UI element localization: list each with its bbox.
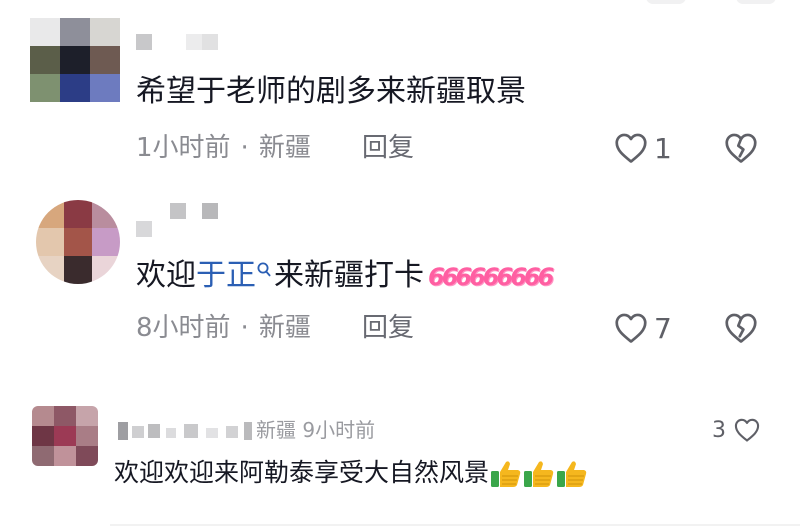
comment-time: 8小时前 [136,313,231,343]
comment-time: 1小时前 [136,133,231,163]
mention-name: 于正 [196,258,256,293]
search-icon [257,262,271,277]
broken-heart-icon [725,313,757,343]
comment-text: 欢迎欢迎来阿勒泰享受大自然风景 [114,456,588,490]
comment-meta-partial: 新疆 9小时前 [256,418,376,442]
emoji-666: 666666666 [428,263,554,291]
comment-text-body: 欢迎欢迎来阿勒泰享受大自然风景 [114,458,490,487]
avatar[interactable] [36,200,120,284]
comment-meta: 8小时前 · 新疆 [136,312,311,344]
top-element-stub [736,0,776,4]
thumbs-up-emoji [524,461,554,487]
heart-outline-icon [734,418,760,442]
like-button[interactable]: 3 [712,416,762,444]
comment-text-prefix: 欢迎 [136,258,196,293]
meta-separator: · [240,133,249,163]
like-count: 1 [654,131,672,165]
comment-location: 新疆 [258,133,311,163]
mention-link[interactable]: 于正 [196,258,274,293]
dislike-button[interactable] [722,310,760,350]
username-mosaic[interactable] [118,418,258,440]
comment-location: 新疆 [258,313,311,343]
like-button[interactable]: 7 [612,310,672,346]
reply-button[interactable]: 回复 [362,312,414,344]
avatar[interactable] [32,406,98,466]
heart-outline-icon [615,313,647,343]
reply-button[interactable]: 回复 [362,132,414,164]
thumbs-up-emoji [557,461,587,487]
heart-outline-icon [615,133,647,163]
comment-text-suffix: 来新疆打卡 [274,258,424,293]
like-count: 3 [712,417,726,443]
top-element-stub [646,0,686,4]
comment-meta: 1小时前 · 新疆 [136,132,311,164]
avatar[interactable] [30,18,120,102]
comment-text: 希望于老师的剧多来新疆取景 [136,74,526,109]
like-count: 7 [654,311,672,345]
like-button[interactable]: 1 [612,130,672,166]
dislike-button[interactable] [722,130,760,170]
username-mosaic[interactable] [136,203,226,243]
comment-text: 欢迎于正 来新疆打卡 666666666 [136,256,554,297]
meta-separator: · [240,313,249,343]
username-mosaic[interactable] [136,34,226,50]
thumbs-up-emoji [491,461,521,487]
broken-heart-icon [725,133,757,163]
